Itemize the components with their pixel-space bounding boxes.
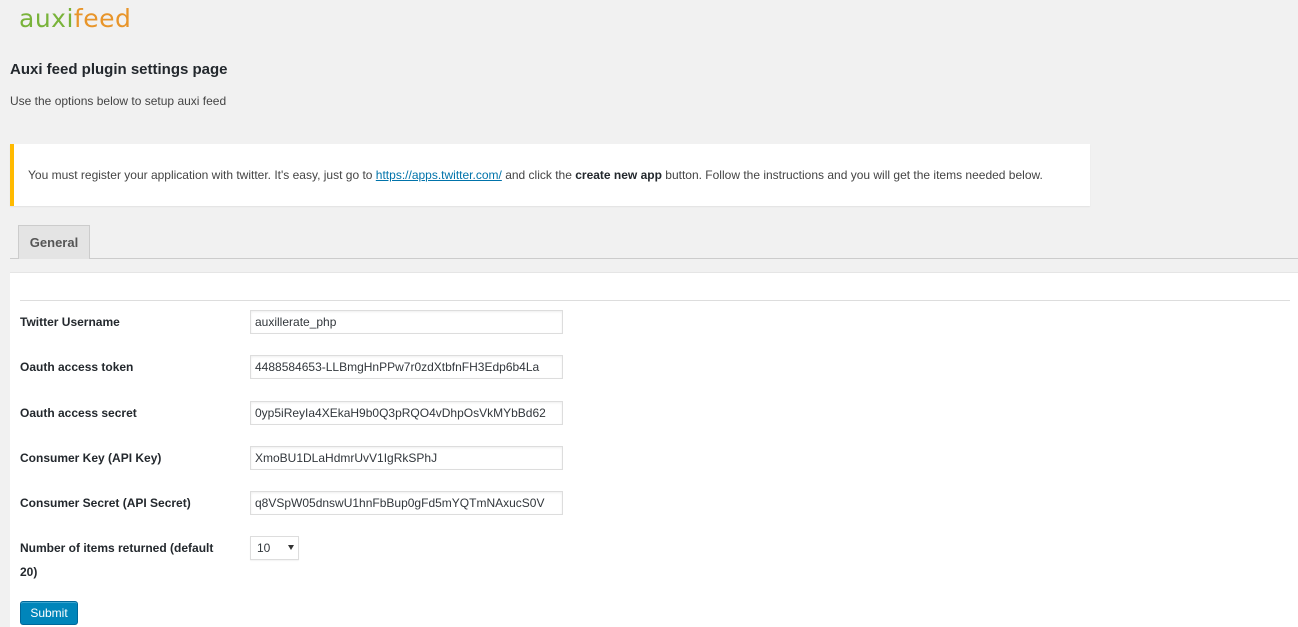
auxifeed-logo: auxifeed [19,3,131,35]
panel-divider [20,300,1290,301]
page-subtitle: Use the options below to setup auxi feed [10,94,227,108]
chevron-down-icon [288,545,294,550]
twitter-username-label: Twitter Username [20,315,120,329]
logo-text-auxi: auxi [19,4,74,33]
twitter-username-input[interactable] [250,310,563,334]
tab-general[interactable]: General [18,225,90,259]
notice-text-before: You must register your application with … [28,168,376,182]
notice-text-middle: and click the [501,168,576,182]
items-returned-label: Number of items returned (default 20) [20,536,240,584]
settings-panel: Twitter Username Oauth access token Oaut… [10,272,1298,627]
oauth-access-secret-input[interactable] [250,401,563,425]
items-returned-value: 10 [257,541,271,555]
twitter-apps-link[interactable]: https://apps.twitter.com/ [376,168,502,182]
consumer-secret-label: Consumer Secret (API Secret) [20,496,191,510]
submit-button[interactable]: Submit [20,601,78,625]
consumer-key-label: Consumer Key (API Key) [20,451,162,465]
consumer-secret-input[interactable] [250,491,563,515]
logo-text-feed: feed [73,4,132,33]
twitter-notice: You must register your application with … [10,144,1090,206]
settings-tabs: General [10,225,1298,259]
oauth-access-secret-label: Oauth access secret [20,406,137,420]
oauth-access-token-input[interactable] [250,355,563,379]
consumer-key-input[interactable] [250,446,563,470]
notice-message: You must register your application with … [28,168,1043,182]
items-returned-label-line1: Number of items returned (default [20,541,214,555]
oauth-access-token-label: Oauth access token [20,360,134,374]
page-title: Auxi feed plugin settings page [10,61,228,78]
items-returned-select[interactable]: 10 [250,536,299,560]
notice-bold-text: create new app [575,168,662,182]
notice-text-after: button. Follow the instructions and you … [661,168,1043,182]
items-returned-label-line2: 20) [20,565,38,579]
